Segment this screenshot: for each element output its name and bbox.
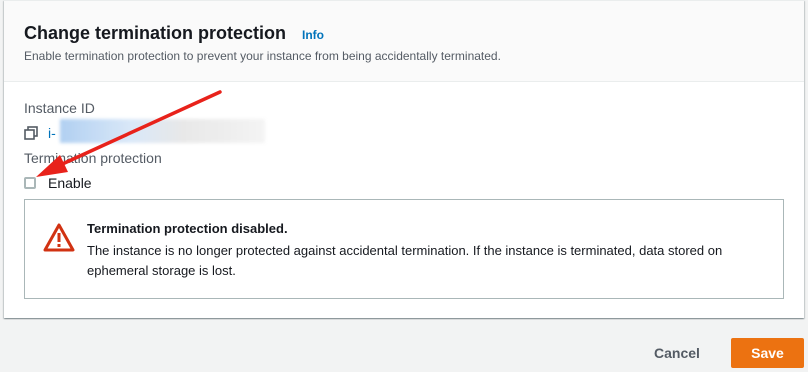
panel-description: Enable termination protection to prevent… xyxy=(24,49,501,63)
termination-protection-label: Termination protection xyxy=(24,150,162,166)
warning-alert: Termination protection disabled. The ins… xyxy=(24,199,784,299)
alert-title: Termination protection disabled. xyxy=(87,221,288,236)
enable-checkbox-label[interactable]: Enable xyxy=(48,175,92,191)
enable-checkbox[interactable] xyxy=(24,177,36,189)
instance-id-value[interactable]: i- xyxy=(48,125,56,141)
page-title: Change termination protection xyxy=(24,23,287,43)
termination-protection-panel: Change termination protection Info Enabl… xyxy=(4,0,804,318)
save-button[interactable]: Save xyxy=(731,338,804,368)
warning-triangle-icon xyxy=(43,222,75,252)
copy-icon[interactable] xyxy=(24,126,38,140)
panel-header: Change termination protection Info Enabl… xyxy=(4,1,804,82)
instance-id-row: i- xyxy=(24,124,56,142)
instance-id-label: Instance ID xyxy=(24,100,95,116)
enable-checkbox-row[interactable]: Enable xyxy=(24,175,92,191)
alert-body: The instance is no longer protected agai… xyxy=(87,243,723,278)
cancel-button[interactable]: Cancel xyxy=(645,342,709,364)
redacted-instance-id xyxy=(60,119,265,143)
info-link[interactable]: Info xyxy=(302,28,324,42)
